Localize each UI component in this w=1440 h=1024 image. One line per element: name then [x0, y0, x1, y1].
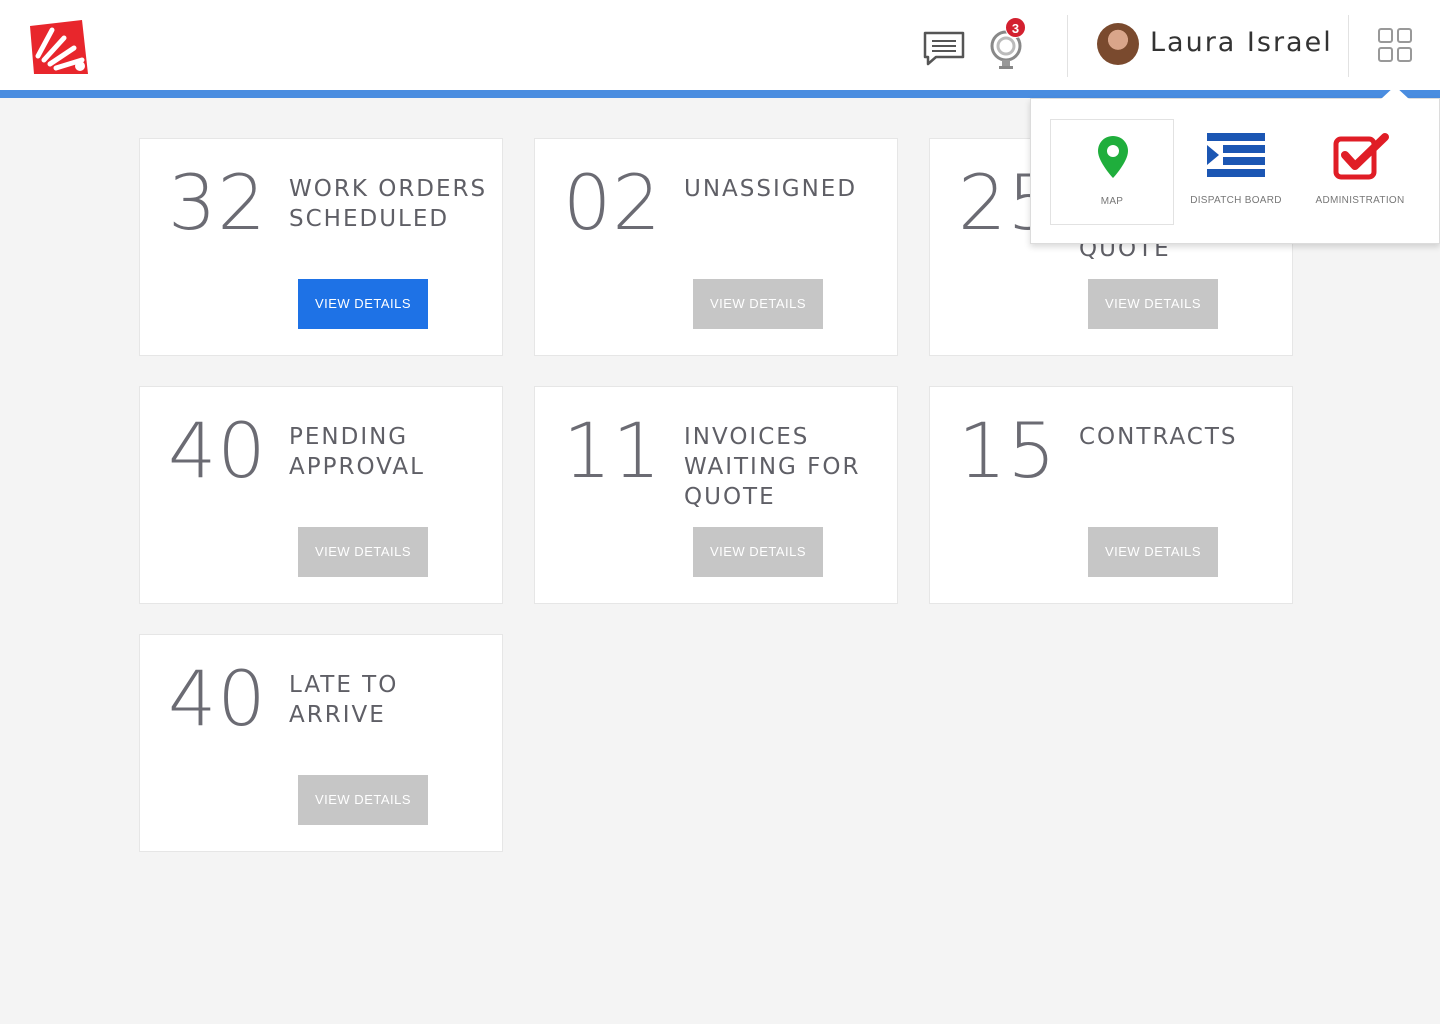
header-divider — [1348, 15, 1349, 77]
stat-card-late-to-arrive: 40 LATE TO ARRIVE VIEW DETAILS — [139, 634, 503, 852]
chat-icon[interactable] — [922, 30, 966, 66]
stat-card-unassigned: 02 UNASSIGNED VIEW DETAILS — [534, 138, 898, 356]
stat-label: CONTRACTS — [1079, 424, 1238, 450]
stat-card-pending-approval: 40 PENDING APPROVAL VIEW DETAILS — [139, 386, 503, 604]
apps-grid-icon[interactable] — [1378, 28, 1412, 62]
header-accent-bar — [0, 90, 1440, 98]
stat-label: UNASSIGNED — [684, 176, 858, 202]
user-avatar[interactable] — [1097, 23, 1139, 65]
stat-label: LATE TO ARRIVE — [289, 672, 399, 728]
view-details-button[interactable]: VIEW DETAILS — [1088, 279, 1218, 329]
stat-number: 02 — [563, 158, 662, 247]
stat-number: 32 — [168, 158, 267, 247]
stat-label: INVOICES WAITING FOR QUOTE — [684, 424, 861, 510]
stat-number: 11 — [563, 406, 662, 495]
brand-logo-icon[interactable] — [30, 20, 88, 74]
header-divider — [1067, 15, 1068, 77]
view-details-button[interactable]: VIEW DETAILS — [298, 775, 428, 825]
map-pin-icon — [1098, 136, 1128, 178]
app-label: ADMINISTRATION — [1315, 195, 1405, 206]
stat-card-work-orders-scheduled: 32 WORK ORDERS SCHEDULED VIEW DETAILS — [139, 138, 503, 356]
dispatch-board-icon — [1207, 133, 1265, 177]
view-details-button[interactable]: VIEW DETAILS — [693, 527, 823, 577]
app-label: MAP — [1100, 196, 1124, 207]
stat-number: 40 — [168, 654, 267, 743]
stat-label: PENDING APPROVAL — [289, 424, 425, 480]
popover-arrow — [1381, 86, 1409, 99]
stat-label: WORK ORDERS SCHEDULED — [289, 176, 488, 232]
app-map[interactable]: MAP — [1050, 119, 1174, 225]
view-details-button[interactable]: VIEW DETAILS — [1088, 527, 1218, 577]
stat-card-contracts: 15 CONTRACTS VIEW DETAILS — [929, 386, 1293, 604]
app-label: DISPATCH BOARD — [1190, 195, 1282, 206]
notification-badge: 3 — [1005, 17, 1026, 38]
view-details-button[interactable]: VIEW DETAILS — [693, 279, 823, 329]
apps-menu-popover: MAP DISPATCH BOARD ADMINISTRATION — [1030, 98, 1440, 244]
view-details-button[interactable]: VIEW DETAILS — [298, 527, 428, 577]
stat-card-invoices-waiting: 11 INVOICES WAITING FOR QUOTE VIEW DETAI… — [534, 386, 898, 604]
checkbox-icon — [1333, 133, 1389, 180]
user-name[interactable]: Laura Israel — [1150, 27, 1333, 58]
view-details-button[interactable]: VIEW DETAILS — [298, 279, 428, 329]
app-dispatch-board[interactable]: DISPATCH BOARD — [1174, 119, 1298, 225]
app-administration[interactable]: ADMINISTRATION — [1298, 119, 1422, 225]
stat-number: 40 — [168, 406, 267, 495]
stat-number: 15 — [958, 406, 1057, 495]
